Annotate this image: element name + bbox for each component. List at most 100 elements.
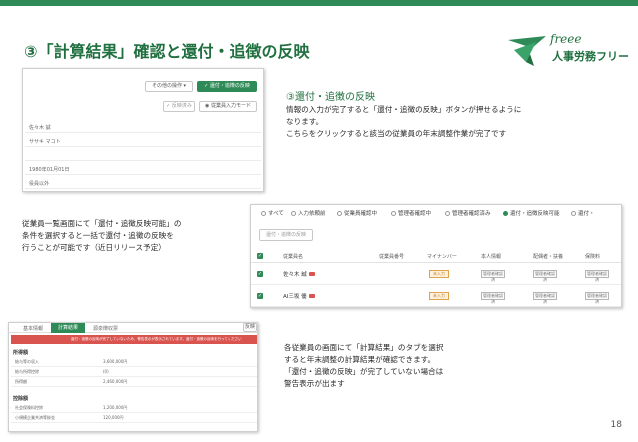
- field-value: ササキ マコト: [29, 139, 61, 145]
- result-label: 社会保険料控除: [15, 405, 43, 410]
- calculation-callout: 各従業員の画面にて「計算結果」のタブを選択 すると年末調整の計算結果が確認できま…: [284, 342, 443, 390]
- mynumber-badge: 未入力: [429, 292, 449, 300]
- field-row-name: 佐々木 誠: [25, 121, 261, 133]
- radio-icon: [261, 211, 266, 216]
- employee-input-mode-button[interactable]: ◉ 従業員入力モード: [199, 101, 257, 112]
- filter-all[interactable]: すべて: [261, 209, 284, 217]
- bulk-callout-line: 行うことが可能です（近日リリース予定）: [22, 243, 166, 252]
- row-checkbox[interactable]: ✓: [257, 293, 263, 299]
- result-value: (0): [103, 369, 109, 374]
- reflect-action-button[interactable]: 反映: [243, 323, 257, 332]
- tab-calculation-result[interactable]: 計算結果: [51, 323, 85, 333]
- insurance-badge: 管理者確認済: [585, 270, 609, 282]
- bulk-callout-line: 従業員一覧画面にて「還付・追徴反映可能」の: [22, 219, 182, 228]
- page-number: 18: [610, 420, 622, 430]
- mynumber-badge: 未入力: [429, 270, 449, 278]
- bulk-reflect-callout: 従業員一覧画面にて「還付・追徴反映可能」の 条件を選択すると一括で還付・追徴の反…: [22, 218, 181, 254]
- reflect-callout-line: こちらをクリックすると該当の従業員の年末調整作業が完了です: [286, 129, 507, 138]
- result-label: 所得額: [15, 379, 27, 384]
- filter-more[interactable]: 還付・: [571, 209, 595, 217]
- result-row: 給与所得控除 (0): [11, 367, 257, 377]
- reflect-callout-line: なります。: [286, 117, 324, 126]
- bulk-reflect-button[interactable]: 還付・追徴の反映: [259, 229, 313, 241]
- reflect-callout-heading: ③還付・追徴の反映: [286, 92, 375, 103]
- logo-script-text: freee: [550, 32, 582, 46]
- column-header: 本人情報: [481, 254, 502, 260]
- table-row[interactable]: ✓ 佐々木 誠 未入力 管理者確認済 管理者確認済 管理者確認済: [251, 263, 621, 285]
- column-header: 配偶者・扶養: [533, 254, 564, 260]
- column-header: マイナンバー: [427, 254, 457, 260]
- field-row-birthday: 1980年01月01日: [25, 163, 261, 175]
- employee-name-text: AI三坂 優: [283, 294, 307, 300]
- insurance-badge: 管理者確認済: [585, 292, 609, 304]
- filter-label: 還付・: [578, 211, 595, 217]
- field-row-position: 役員以外: [25, 177, 261, 189]
- table-row[interactable]: ✓ AI三坂 優 未入力 管理者確認済 管理者確認済 管理者確認済: [251, 285, 621, 307]
- other-actions-dropdown[interactable]: その他の操作 ▾: [145, 81, 193, 92]
- calc-callout-line: すると年末調整の計算結果が確認できます。: [284, 355, 436, 364]
- tab-basic-info[interactable]: 基本情報: [23, 325, 43, 332]
- radio-icon: [291, 211, 296, 216]
- filter-reflect-available[interactable]: 還付・追徴反映可能: [503, 209, 560, 217]
- employee-name[interactable]: 佐々木 誠: [283, 270, 315, 278]
- filter-label: 入力依頼前: [298, 211, 326, 217]
- field-row-kana: ササキ マコト: [25, 135, 261, 147]
- warning-banner: 還付・追徴の反映が完了していないため、警告表示が表示されています。還付・追徴の反…: [11, 335, 257, 344]
- section-title-deduction: 控除額: [13, 396, 29, 402]
- employee-detail-screenshot: その他の操作 ▾ ✓ 還付・追徴の反映 ✓ 反映済み ◉ 従業員入力モード 佐々…: [22, 68, 264, 192]
- row-checkbox[interactable]: ✓: [257, 271, 263, 277]
- select-all-checkbox[interactable]: ✓: [257, 253, 263, 259]
- filter-label: 従業員確認中: [344, 211, 378, 217]
- employee-name-text: 佐々木 誠: [283, 272, 307, 278]
- column-header: 従業員名: [283, 254, 304, 260]
- result-label: 給与等の収入: [15, 359, 39, 364]
- result-label: 小規模企業共済等掛金: [15, 415, 55, 420]
- result-row: 小規模企業共済等掛金 120,000円: [11, 413, 257, 423]
- filter-before-request[interactable]: 入力依頼前: [291, 209, 326, 217]
- result-value: 120,000円: [103, 415, 124, 420]
- bird-logo-icon: [508, 36, 546, 66]
- table-header: ✓ 従業員名 従業員番号 マイナンバー 本人情報 配偶者・扶養 保険料: [251, 249, 621, 263]
- reflect-refund-button[interactable]: ✓ 還付・追徴の反映: [197, 81, 257, 92]
- filter-admin-checking[interactable]: 管理者確認中: [391, 209, 431, 217]
- radio-selected-icon: [503, 211, 508, 216]
- result-row: 給与等の収入 3,600,000円: [11, 357, 257, 367]
- result-row: 所得額 2,460,000円: [11, 377, 257, 387]
- mail-icon: [308, 294, 315, 298]
- column-header: 保険料: [585, 254, 601, 260]
- filter-label: 管理者確認中: [398, 211, 432, 217]
- calc-callout-line: 警告表示が出ます: [284, 379, 345, 388]
- tab-bar: 基本情報 計算結果 源泉徴収票 反映: [9, 323, 257, 333]
- slide-title: ③「計算結果」確認と還付・追徴の反映: [24, 42, 310, 61]
- result-value: 3,600,000円: [103, 359, 128, 364]
- filter-employee-checking[interactable]: 従業員確認中: [337, 209, 377, 217]
- radio-icon: [337, 211, 342, 216]
- slide-top-bar: [0, 0, 638, 6]
- tab-withholding-slip[interactable]: 源泉徴収票: [93, 325, 118, 332]
- calc-callout-line: 「還付・追徴の反映」が完了していない場合は: [284, 367, 444, 376]
- saved-status-button[interactable]: ✓ 反映済み: [163, 101, 195, 112]
- field-row-blank: [25, 149, 261, 161]
- calculation-result-screenshot: 基本情報 計算結果 源泉徴収票 反映 還付・追徴の反映が完了していないため、警告…: [8, 322, 258, 432]
- result-value: 2,460,000円: [103, 379, 128, 384]
- filter-admin-checked[interactable]: 管理者確認済み: [445, 209, 491, 217]
- freee-logo: freee 人事労務フリー: [506, 30, 629, 74]
- result-value: 1,200,000円: [103, 405, 128, 410]
- employee-name[interactable]: AI三坂 優: [283, 292, 315, 300]
- reflect-callout: ③還付・追徴の反映 情報の入力が完了すると「還付・追徴の反映」ボタンが押せるよう…: [286, 88, 521, 140]
- filter-label: 管理者確認済み: [452, 211, 491, 217]
- radio-icon: [391, 211, 396, 216]
- status-filter-bar: すべて 入力依頼前 従業員確認中 管理者確認中 管理者確認済み 還付・追徴反映可…: [261, 209, 621, 217]
- field-value: 役員以外: [29, 181, 50, 187]
- filter-label: 還付・追徴反映可能: [510, 211, 560, 217]
- field-value: 1980年01月01日: [29, 167, 70, 173]
- result-label: 給与所得控除: [15, 369, 39, 374]
- reflect-refund-label: 還付・追徴の反映: [209, 83, 250, 89]
- self-info-badge: 管理者確認済: [481, 270, 505, 282]
- reflect-callout-line: 情報の入力が完了すると「還付・追徴の反映」ボタンが押せるように: [286, 105, 522, 114]
- field-value: 佐々木 誠: [29, 125, 51, 131]
- logo-product-name: 人事労務フリー: [552, 50, 629, 63]
- radio-icon: [445, 211, 450, 216]
- section-title-income: 所得額: [13, 350, 29, 356]
- eye-icon: ◉: [205, 103, 210, 109]
